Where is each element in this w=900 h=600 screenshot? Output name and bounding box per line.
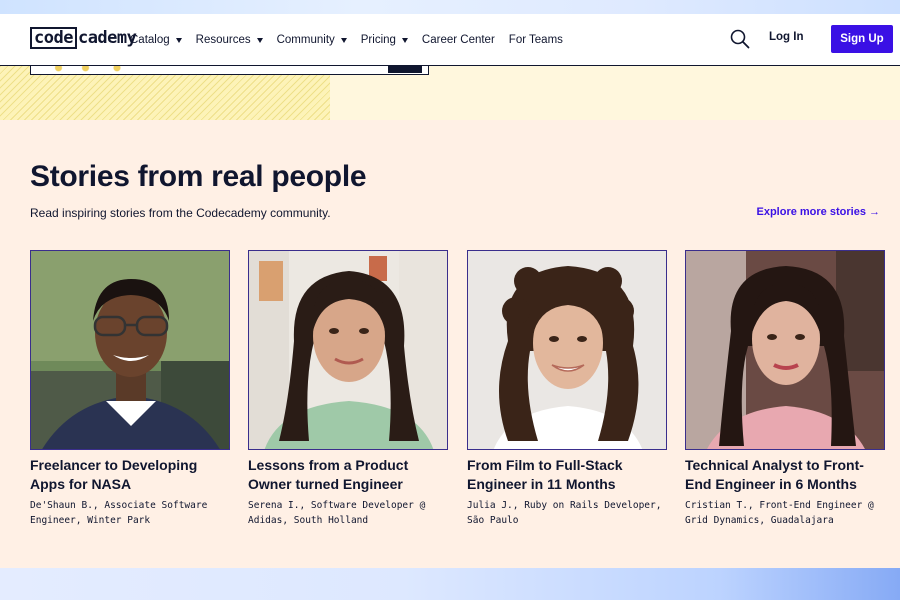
codecademy-logo[interactable]: code cademy — [30, 26, 137, 50]
nav-resources-label: Resources — [195, 34, 251, 46]
logo-rest-text: cademy — [77, 28, 137, 48]
top-gradient-strip — [0, 0, 900, 14]
main-nav: Catalog Resources Community Pricing Care… — [130, 14, 563, 66]
search-icon[interactable] — [730, 29, 750, 49]
site-header: code cademy Catalog Resources Community P… — [0, 14, 900, 66]
hero-card-decoration — [45, 66, 135, 72]
logo-boxed-text: code — [30, 27, 77, 49]
story-title-4: Technical Analyst to Front-End Engineer … — [685, 457, 864, 492]
nav-career-center[interactable]: Career Center — [422, 34, 495, 46]
story-meta-1: De'Shaun B., Associate Software Engineer… — [30, 500, 208, 526]
story-card-1[interactable]: Freelancer to Developing Apps for NASA D… — [30, 250, 230, 528]
story-photo-2 — [248, 250, 448, 450]
story-card-2[interactable]: Lessons from a Product Owner turned Engi… — [248, 250, 448, 528]
nav-pricing-label: Pricing — [360, 34, 396, 46]
story-card-4[interactable]: Technical Analyst to Front-End Engineer … — [685, 250, 885, 528]
story-card-3[interactable]: From Film to Full-Stack Engineer in 11 M… — [467, 250, 667, 528]
nav-catalog-label: Catalog — [130, 34, 170, 46]
nav-for-teams-label: For Teams — [508, 34, 563, 46]
nav-community-label: Community — [276, 34, 335, 46]
story-meta-2: Serena I., Software Developer @ Adidas, … — [248, 500, 426, 526]
caret-down-icon — [401, 37, 408, 43]
section-subtitle: Read inspiring stories from the Codecade… — [30, 206, 331, 220]
explore-more-stories-link[interactable]: Explore more stories → — [757, 206, 881, 218]
story-title-3: From Film to Full-Stack Engineer in 11 M… — [467, 457, 623, 492]
story-meta-3: Julia J., Ruby on Rails Developer, São P… — [467, 500, 662, 526]
caret-down-icon — [340, 37, 347, 43]
nav-for-teams[interactable]: For Teams — [509, 34, 563, 46]
story-title-2: Lessons from a Product Owner turned Engi… — [248, 457, 409, 492]
nav-community[interactable]: Community — [277, 34, 347, 46]
nav-catalog[interactable]: Catalog — [130, 34, 182, 46]
bottom-gradient-strip — [0, 568, 900, 600]
section-title: Stories from real people — [30, 160, 367, 193]
story-photo-1 — [30, 250, 230, 450]
login-button[interactable]: Log In — [769, 31, 804, 43]
nav-career-center-label: Career Center — [421, 34, 495, 46]
story-photo-4 — [685, 250, 885, 450]
nav-pricing[interactable]: Pricing — [361, 34, 408, 46]
story-photo-3 — [467, 250, 667, 450]
nav-resources[interactable]: Resources — [196, 34, 263, 46]
story-meta-4: Cristian T., Front-End Engineer @ Grid D… — [685, 500, 874, 526]
signup-button[interactable]: Sign Up — [831, 25, 893, 53]
caret-down-icon — [256, 37, 263, 43]
caret-down-icon — [175, 37, 182, 43]
story-title-1: Freelancer to Developing Apps for NASA — [30, 457, 198, 492]
stories-section: Stories from real people Read inspiring … — [0, 120, 900, 568]
